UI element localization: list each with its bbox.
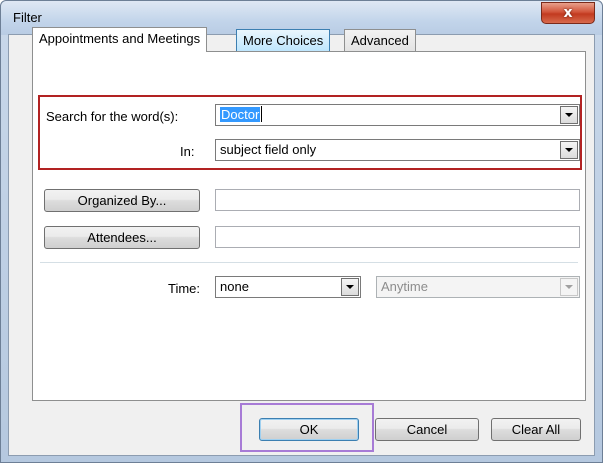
search-label: Search for the word(s): [46,109,179,124]
chevron-down-icon[interactable] [341,278,359,296]
search-words-value[interactable]: Doctor [220,107,261,122]
in-label: In: [180,144,195,159]
chevron-down-icon [560,278,578,296]
tab-label: Appointments and Meetings [39,31,201,46]
chevron-down-icon[interactable] [560,106,578,124]
attendees-field[interactable] [215,226,580,248]
tab-label: Advanced [351,33,409,48]
organized-by-field[interactable] [215,189,580,211]
time-combobox[interactable]: none [215,276,361,298]
cancel-button[interactable]: Cancel [375,418,479,441]
ok-button[interactable]: OK [259,418,359,441]
close-button[interactable]: x [541,2,595,24]
tab-appointments-and-meetings[interactable]: Appointments and Meetings [32,27,208,52]
close-icon: x [563,5,573,21]
tab-advanced[interactable]: Advanced [344,29,416,51]
tab-label: More Choices [243,33,324,48]
time-range-combobox: Anytime [376,276,580,298]
search-in-combobox[interactable]: subject field only [215,139,580,161]
search-in-value: subject field only [220,142,317,157]
chevron-down-icon[interactable] [560,141,578,159]
time-label: Time: [168,281,201,296]
search-words-combobox[interactable]: Doctor [215,104,580,126]
section-divider [40,262,578,263]
attendees-button[interactable]: Attendees... [44,226,200,249]
organized-by-button[interactable]: Organized By... [44,189,200,212]
window-title: Filter [13,10,42,25]
clear-all-button[interactable]: Clear All [491,418,581,441]
tab-more-choices[interactable]: More Choices [236,29,331,51]
time-range-value: Anytime [381,279,428,294]
time-value: none [220,279,249,294]
